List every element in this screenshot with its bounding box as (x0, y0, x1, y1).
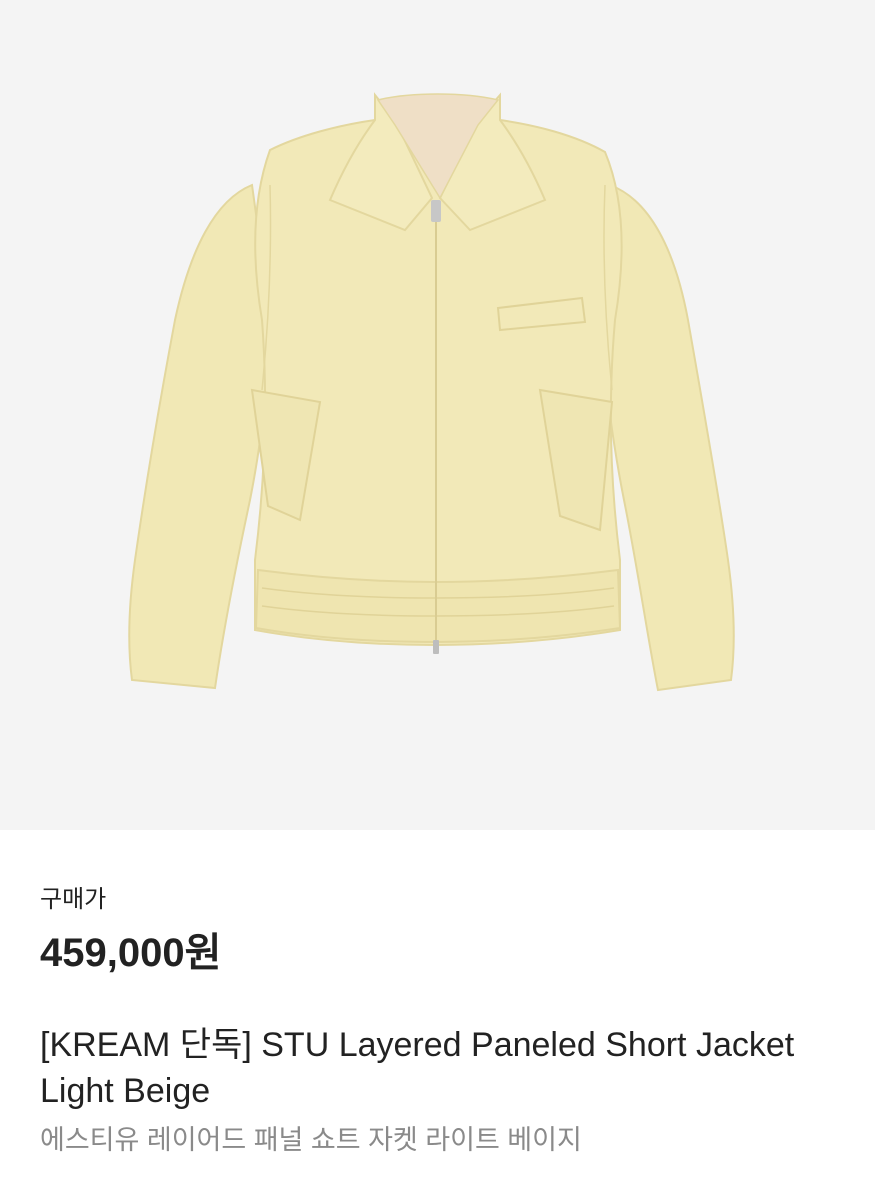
zipper-pull (431, 200, 441, 222)
left-sleeve (128, 183, 274, 690)
product-name[interactable]: [KREAM 단독] STU Layered Paneled Short Jac… (40, 1022, 840, 1114)
product-name-korean: 에스티유 레이어드 패널 쇼트 자켓 라이트 베이지 (40, 1125, 582, 1155)
jacket-illustration (128, 92, 735, 692)
product-info: 구매가 459,000원 [KREAM 단독] STU Layered Pane… (40, 880, 840, 1160)
product-image[interactable] (0, 0, 875, 830)
price-value: 459,000원 (40, 931, 222, 975)
jacket-body (254, 119, 623, 647)
price-label: 구매가 (40, 886, 107, 913)
